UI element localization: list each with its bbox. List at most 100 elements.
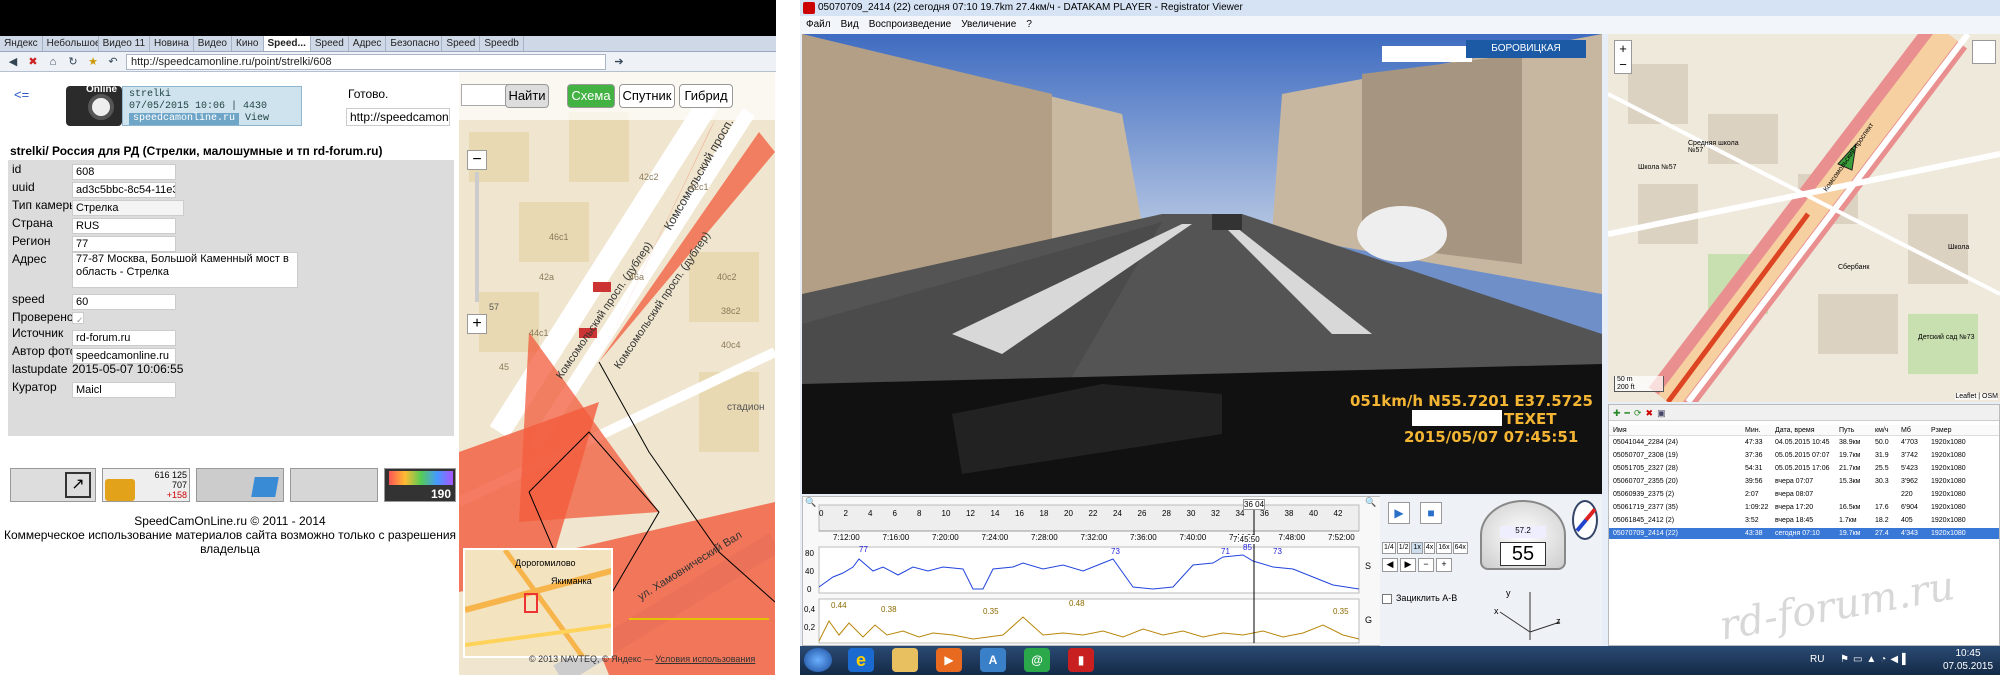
browser-tab[interactable]: Speed bbox=[311, 36, 349, 51]
speed-button[interactable]: 1x bbox=[1411, 542, 1423, 554]
column-header[interactable]: Путь bbox=[1839, 425, 1854, 436]
remove-icon[interactable]: ━ bbox=[1625, 408, 1634, 418]
menu-view[interactable]: Вид bbox=[841, 16, 859, 34]
menu-file[interactable]: Файл bbox=[806, 16, 831, 34]
start-icon[interactable] bbox=[804, 648, 832, 672]
play-button[interactable]: ▶ bbox=[1388, 502, 1410, 524]
banner-3[interactable] bbox=[196, 468, 284, 502]
refresh-icon[interactable]: ⟳ bbox=[1634, 408, 1646, 418]
site-logo[interactable]: Online strelki 07/05/2015 10:06 | 4430 s… bbox=[66, 84, 302, 126]
browser-tab[interactable]: Небольшое bbox=[43, 36, 99, 51]
field-value[interactable]: rd-forum.ru bbox=[72, 330, 176, 346]
file-row[interactable]: 05061719_2377 (35) 1:09:22 вчера 17:20 16.5… bbox=[1609, 502, 1999, 513]
banner-4[interactable] bbox=[290, 468, 378, 502]
osm-map[interactable]: + − Школа №57 Средняя школа №57 Комсомоль… bbox=[1608, 34, 2000, 402]
field-value[interactable]: ad3c5bbc-8c54-11e3 bbox=[72, 182, 176, 198]
hybrid-button[interactable]: Гибрид bbox=[679, 84, 733, 108]
menu-help[interactable]: ? bbox=[1026, 16, 1032, 34]
datakam-icon[interactable]: ▮ bbox=[1068, 648, 1094, 672]
prev-icon[interactable]: ◀ bbox=[1382, 558, 1398, 572]
zoom-out-icon[interactable]: − bbox=[1418, 558, 1434, 572]
zoom-in-button[interactable]: + bbox=[467, 314, 487, 334]
browser-tab[interactable]: Видео 11 bbox=[99, 36, 151, 51]
menu-playback[interactable]: Воспроизведение bbox=[869, 16, 952, 34]
go-icon[interactable]: ➔ bbox=[612, 55, 626, 69]
zoom-in-icon[interactable]: + bbox=[1436, 558, 1452, 572]
browser-tab[interactable]: Адрес bbox=[349, 36, 387, 51]
video-frame[interactable]: БОРОВИЦКАЯ 051km/h N55.7201 E37.5725 TEX… bbox=[802, 34, 1602, 494]
media-icon[interactable]: ▶ bbox=[936, 648, 962, 672]
field-value[interactable]: 60 bbox=[72, 294, 176, 310]
field-value[interactable]: 77-87 Москва, Большой Каменный мост в об… bbox=[72, 252, 298, 288]
zoom-plus-icon[interactable]: + bbox=[1615, 41, 1631, 57]
zoom-minus-icon[interactable]: − bbox=[1615, 57, 1631, 73]
back-icon[interactable]: ◀ bbox=[6, 55, 20, 69]
browser-tab[interactable]: Безопасно bbox=[386, 36, 443, 51]
tray-icons[interactable]: ⚑▭▲◔◀▌ bbox=[1840, 654, 1913, 665]
back-link[interactable]: <= bbox=[14, 87, 29, 102]
field-value[interactable]: Maicl bbox=[72, 382, 176, 398]
field-value[interactable]: Стрелка bbox=[72, 200, 184, 216]
speed-button[interactable]: 1/4 bbox=[1382, 542, 1396, 554]
file-row[interactable]: 05061845_2412 (2) 3:52 вчера 18:45 1.7км 18.… bbox=[1609, 515, 1999, 526]
osm-zoom[interactable]: + − bbox=[1614, 40, 1632, 74]
column-header[interactable]: Мб bbox=[1901, 425, 1911, 436]
banner-2[interactable]: 616 125 707 +158 bbox=[102, 468, 190, 502]
find-button[interactable]: Найти bbox=[505, 84, 549, 108]
lang-indicator[interactable]: RU bbox=[1810, 654, 1824, 665]
undo-icon[interactable]: ↶ bbox=[106, 55, 120, 69]
next-icon[interactable]: ▶ bbox=[1400, 558, 1416, 572]
save-icon[interactable]: ▣ bbox=[1657, 408, 1670, 418]
field-value[interactable]: RUS bbox=[72, 218, 176, 234]
speed-button[interactable]: 16x bbox=[1436, 542, 1452, 554]
close-icon[interactable]: ✖ bbox=[26, 55, 40, 69]
clock[interactable]: 10:45 07.05.2015 bbox=[1940, 647, 1996, 673]
home-icon[interactable]: ⌂ bbox=[46, 55, 60, 69]
banner-5[interactable]: 190 bbox=[384, 468, 456, 502]
speed-button[interactable]: 64x bbox=[1452, 542, 1468, 554]
browser-tab[interactable]: Speedb bbox=[480, 36, 524, 51]
star-icon[interactable]: ★ bbox=[86, 55, 100, 69]
add-icon[interactable]: ✚ bbox=[1613, 408, 1625, 418]
timeline-panel[interactable]: 🔍 🔍 0 2 4 6 8 10 12 14 16 18 20 22 24 26 28 30 32 34 36 38 4… bbox=[802, 496, 1382, 646]
file-row[interactable]: 05051705_2327 (28) 54:31 05.05.2015 17:06 2… bbox=[1609, 463, 1999, 474]
yandex-map[interactable]: Найти Схема Спутник Гибрид − + Комсомоль… bbox=[459, 72, 775, 675]
browser-tab[interactable]: Видео bbox=[194, 36, 232, 51]
file-row[interactable]: 05041044_2284 (24) 47:33 04.05.2015 10:45 3… bbox=[1609, 437, 1999, 448]
zoom-plus-icon[interactable]: 🔍 bbox=[1365, 497, 1376, 508]
loop-checkbox[interactable] bbox=[1382, 594, 1392, 604]
browser-tab[interactable]: Кино bbox=[232, 36, 264, 51]
app-a-icon[interactable]: A bbox=[980, 648, 1006, 672]
column-header[interactable]: Мин. bbox=[1745, 425, 1761, 436]
column-header[interactable]: Имя bbox=[1613, 425, 1627, 436]
speed-button[interactable]: 1/2 bbox=[1396, 542, 1411, 554]
zoom-slider[interactable] bbox=[475, 172, 479, 302]
field-value[interactable]: 77 bbox=[72, 236, 176, 252]
speed-button[interactable]: 4x bbox=[1423, 542, 1436, 554]
field-value[interactable]: 608 bbox=[72, 164, 176, 180]
field-value[interactable]: ✓ bbox=[72, 312, 84, 324]
reload-icon[interactable]: ↻ bbox=[66, 55, 80, 69]
mail-icon[interactable]: @ bbox=[1024, 648, 1050, 672]
scheme-button[interactable]: Схема bbox=[567, 84, 615, 108]
file-row[interactable]: 05060939_2375 (2) 2:07 вчера 08:07 220 1920x… bbox=[1609, 489, 1999, 500]
banner-1[interactable]: ↗ bbox=[10, 468, 96, 502]
ie-icon[interactable]: e bbox=[848, 648, 874, 672]
browser-tab[interactable]: Новина bbox=[150, 36, 194, 51]
file-row[interactable]: 05070709_2414 (22) 43:38 сегодня 07:10 19.7… bbox=[1609, 528, 1999, 539]
file-row[interactable]: 05050707_2308 (19) 37:36 05.05.2015 07:07 1… bbox=[1609, 450, 1999, 461]
zoom-out-button[interactable]: − bbox=[467, 150, 487, 170]
stop-button[interactable]: ■ bbox=[1420, 502, 1442, 524]
column-header[interactable]: Рзмер bbox=[1931, 425, 1951, 436]
satellite-button[interactable]: Спутник bbox=[619, 84, 675, 108]
zoom-minus-icon[interactable]: 🔍 bbox=[805, 497, 816, 508]
menu-zoom[interactable]: Увеличение bbox=[961, 16, 1016, 34]
file-row[interactable]: 05060707_2355 (20) 39:56 вчера 07:07 15.3км… bbox=[1609, 476, 1999, 487]
folder-icon[interactable] bbox=[892, 648, 918, 672]
browser-tab[interactable]: Speed bbox=[442, 36, 481, 51]
browser-tab[interactable]: Яндекс bbox=[0, 36, 43, 51]
mini-map[interactable]: Дорогомилово Якиманка bbox=[463, 548, 613, 658]
delete-icon[interactable]: ✖ bbox=[1646, 408, 1658, 418]
column-header[interactable]: Дата, время bbox=[1775, 425, 1815, 436]
layers-icon[interactable] bbox=[1972, 40, 1996, 64]
